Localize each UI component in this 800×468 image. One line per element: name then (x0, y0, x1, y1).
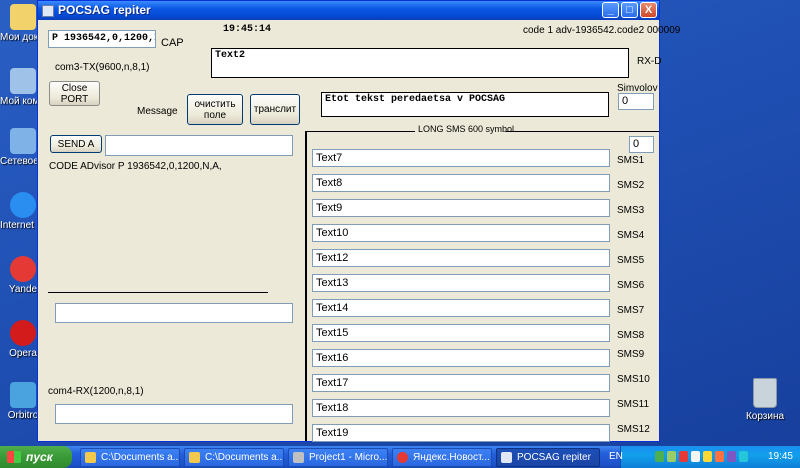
sms-field-10[interactable]: Text17 (312, 374, 610, 392)
start-label: пуск (26, 450, 53, 464)
code-advisor-label: CODE ADvisor P 1936542,0,1200,N,A, (49, 161, 222, 172)
taskbar-item-active[interactable]: POCSAG repiter (496, 448, 600, 467)
sms-field-4[interactable]: Text10 (312, 224, 610, 242)
sms-label-5: SMS5 (617, 255, 645, 266)
long-sms-label: LONG SMS 600 symbol (418, 124, 515, 134)
network-icon[interactable] (667, 451, 676, 462)
app-icon[interactable] (42, 5, 54, 17)
taskbar-item-label: Project1 - Micro... (309, 452, 388, 463)
tx-port-label: com3-TX(9600,n,8,1) (55, 62, 150, 73)
sms-label-3: SMS3 (617, 205, 645, 216)
opera-icon (10, 320, 36, 346)
taskbar-item[interactable]: Яндекс.Новост... (392, 448, 492, 467)
recycle-bin-icon (753, 378, 777, 408)
sms-field-11[interactable]: Text18 (312, 399, 610, 417)
volume-icon[interactable] (691, 451, 700, 462)
simvolov-counter[interactable]: 0 (618, 93, 654, 110)
sms-label-2: SMS2 (617, 180, 645, 191)
time-display: 19:45:14 (223, 24, 272, 35)
sms-label-7: SMS7 (617, 305, 645, 316)
long-sms-divider (305, 131, 307, 441)
message-field[interactable]: Etot tekst peredaetsa v POCSAG (321, 92, 609, 117)
sms-label-10: SMS10 (617, 374, 650, 385)
taskbar: пуск C:\Documents a... C:\Documents a...… (0, 446, 800, 468)
sms-label-8: SMS8 (617, 330, 645, 341)
opera-icon (397, 452, 408, 463)
desktop-icon-recycle-bin[interactable]: Корзина (735, 378, 795, 422)
sms-field-7[interactable]: Text14 (312, 299, 610, 317)
tray-app-icon[interactable] (703, 451, 712, 462)
app-icon (501, 452, 512, 463)
sms-field-12[interactable]: Text19 (312, 424, 610, 442)
minimize-button[interactable]: _ (602, 2, 619, 18)
close-port-button[interactable]: Close PORT (49, 81, 100, 106)
long-sms-separator (506, 131, 659, 132)
long-sms-counter[interactable]: 0 (629, 136, 654, 153)
taskbar-item-label: Яндекс.Новост... (413, 452, 490, 463)
taskbar-item-label: C:\Documents a... (101, 452, 180, 463)
sms-label-6: SMS6 (617, 280, 645, 291)
tray-app-icon[interactable] (739, 451, 748, 462)
sms-label-4: SMS4 (617, 230, 645, 241)
taskbar-item[interactable]: C:\Documents a... (80, 448, 180, 467)
recycle-bin-label: Корзина (745, 411, 785, 422)
codes-display: code 1 adv-1936542.code2 000009 (523, 25, 681, 36)
network-icon (10, 128, 36, 154)
tray-app-icon[interactable] (715, 451, 724, 462)
sms-field-9[interactable]: Text16 (312, 349, 610, 367)
sms-field-8[interactable]: Text15 (312, 324, 610, 342)
tray-app-icon[interactable] (679, 451, 688, 462)
rx-data-label: RX-D (637, 56, 662, 67)
sms-field-5[interactable]: Text12 (312, 249, 610, 267)
folder-icon (10, 4, 36, 30)
sms-field-2[interactable]: Text8 (312, 174, 610, 192)
orbitron-icon (10, 382, 36, 408)
cap-label: CAP (161, 37, 184, 49)
tray-icons (655, 451, 748, 462)
internet-explorer-icon (10, 192, 36, 218)
start-button[interactable]: пуск (0, 446, 72, 468)
language-indicator[interactable]: EN (609, 451, 623, 462)
taskbar-item-label: C:\Documents a... (205, 452, 284, 463)
translit-button[interactable]: транслит (250, 94, 300, 125)
sms-field-3[interactable]: Text9 (312, 199, 610, 217)
tray-app-icon[interactable] (655, 451, 664, 462)
taskbar-item-label: POCSAG repiter (517, 452, 591, 463)
rx-input[interactable] (55, 404, 293, 424)
sms-label-11: SMS11 (617, 399, 650, 410)
rx-port-label: com4-RX(1200,n,8,1) (48, 386, 144, 397)
rx-data-field[interactable]: Text2 (211, 48, 629, 78)
system-tray: EN 19:45 (609, 446, 800, 468)
computer-icon (10, 68, 36, 94)
app-window: POCSAG repiter _ □ X P 1936542,0,1200,I,… (37, 0, 680, 442)
sms-label-9: SMS9 (617, 349, 645, 360)
windows-logo-icon (7, 451, 21, 463)
sms-label-12: SMS12 (617, 424, 650, 435)
clear-field-button[interactable]: очистить поле (187, 94, 243, 125)
cap-field[interactable]: P 1936542,0,1200,I,A, (48, 30, 156, 48)
send-input[interactable] (105, 135, 293, 156)
folder-icon (85, 452, 96, 463)
tray-app-icon[interactable] (727, 451, 736, 462)
window-title: POCSAG repiter (58, 3, 151, 17)
clock[interactable]: 19:45 (768, 451, 793, 462)
sms-field-6[interactable]: Text13 (312, 274, 610, 292)
window-client-area: P 1936542,0,1200,I,A, CAP 19:45:14 code … (38, 20, 680, 442)
left-separator (48, 292, 268, 293)
maximize-button[interactable]: □ (621, 2, 638, 18)
taskbar-item[interactable]: Project1 - Micro... (288, 448, 388, 467)
long-sms-separator (305, 131, 415, 132)
taskbar-item[interactable]: C:\Documents a... (184, 448, 284, 467)
message-label: Message (137, 106, 178, 117)
sms-field-1[interactable]: Text7 (312, 149, 610, 167)
folder-icon (189, 452, 200, 463)
title-bar[interactable]: POCSAG repiter _ □ X (38, 1, 659, 20)
yandex-icon (10, 256, 36, 282)
sms-label-1: SMS1 (617, 155, 645, 166)
lower-input[interactable] (55, 303, 293, 323)
close-button[interactable]: X (640, 2, 657, 18)
visual-basic-icon (293, 452, 304, 463)
send-a-button[interactable]: SEND A (50, 135, 102, 153)
